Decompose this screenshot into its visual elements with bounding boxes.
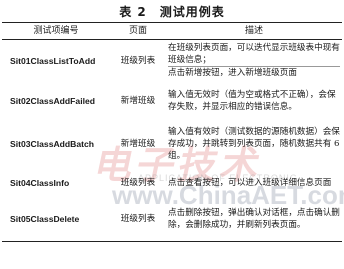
table-row: Sit03ClassAddBatch 新增班级 输入值有效时（测试数据的源随机数…: [2, 120, 342, 168]
desc-line: 点击删除按钮，弹出确认对话框，点击确认删除，会删除成功，并刷新列表页面。: [168, 208, 340, 231]
table-row: Sit04ClassInfo 班级列表 点击查看按钮，可以进入班级详细信息页面: [2, 168, 342, 198]
cell-id: Sit04ClassInfo: [10, 177, 70, 188]
cell-page: 班级列表: [110, 197, 166, 242]
cell-desc: 输入值有效时（测试数据的源随机数据）会保存成功，并跳转到列表页面，随机数据共有 …: [166, 120, 342, 168]
desc-line: 输入值有效时（测试数据的源随机数据）会保存成功，并跳转到列表页面，随机数据共有 …: [168, 126, 340, 161]
cell-desc: 在班级列表页面，可以迭代显示班级表中现有班级信息； 点击新增按钮，进入新增班级页…: [166, 40, 342, 82]
table-row: Sit01ClassListToAdd 班级列表 在班级列表页面，可以迭代显示班…: [2, 40, 342, 82]
header-page: 页面: [110, 22, 166, 40]
header-id: 测试项编号: [2, 22, 110, 40]
test-case-table: 测试项编号 页面 描述 Sit01ClassListToAdd 班级列表 在班级…: [2, 22, 342, 242]
cell-id: Sit02ClassAddFailed: [10, 95, 96, 106]
cell-page: 班级列表: [120, 177, 156, 188]
header-desc: 描述: [166, 22, 342, 40]
cell-page: 新增班级: [120, 95, 156, 106]
desc-line: 输入值无效时（值为空或格式不正确），会保存失败，并显示相应的错误信息。: [168, 89, 336, 112]
table-row: Sit05ClassDelete 班级列表 点击删除按钮，弹出确认对话框，点击确…: [2, 197, 342, 242]
cell-desc: 输入值无效时（值为空或格式不正确），会保存失败，并显示相应的错误信息。: [166, 82, 342, 120]
document-page: 表 2 测试用例表 电子技术 APPLICATION OF ELECTRONIC…: [0, 0, 344, 269]
cell-page: 班级列表: [120, 55, 156, 66]
cell-page: 新增班级: [120, 138, 156, 149]
cell-id: Sit03ClassAddBatch: [10, 138, 95, 149]
cell-id: Sit01ClassListToAdd: [10, 55, 96, 66]
table-header-row: 测试项编号 页面 描述: [2, 22, 342, 40]
cell-desc: 点击删除按钮，弹出确认对话框，点击确认删除，会删除成功，并刷新列表页面。: [166, 197, 342, 242]
table-row: Sit02ClassAddFailed 新增班级 输入值无效时（值为空或格式不正…: [2, 82, 342, 120]
cell-id: Sit05ClassDelete: [2, 197, 110, 242]
cell-desc: 点击查看按钮，可以进入班级详细信息页面: [166, 168, 342, 198]
desc-line: 在班级列表页面，可以迭代显示班级表中现有班级信息；: [168, 43, 340, 66]
desc-line: 点击新增按钮，进入新增班级页面: [168, 66, 340, 79]
desc-line: 点击查看按钮，可以进入班级详细信息页面: [168, 177, 332, 188]
table-caption: 表 2 测试用例表: [119, 5, 225, 19]
